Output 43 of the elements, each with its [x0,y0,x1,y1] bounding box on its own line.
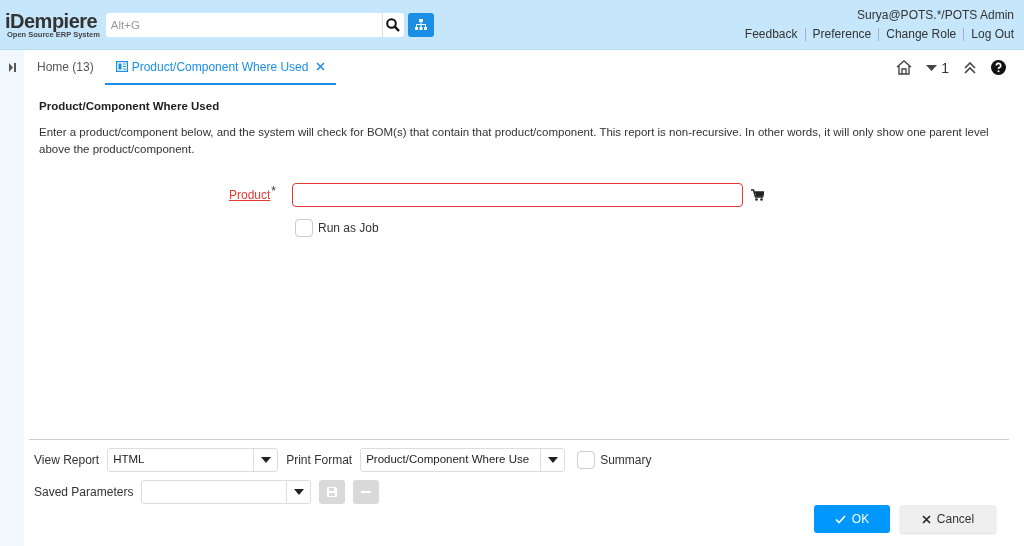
minus-icon [361,491,372,493]
expand-panel-icon[interactable] [8,63,16,72]
checkbox-label: Run as Job [318,221,379,235]
header-link[interactable]: Preference [804,28,879,41]
report-description: Enter a product/component below, and the system will check for BOM(s) that contain that product/component. This report is non-recursive. In other words, it will only show one parent level above the product/component. [39,125,990,157]
required-mark: * [271,184,276,198]
close-icon [921,514,931,524]
window-switcher[interactable]: 1 [926,59,949,76]
checkbox[interactable] [295,219,313,237]
cancel-button[interactable]: Cancel [900,505,996,533]
checkbox-label: Summary [600,453,652,467]
tab[interactable]: Home (13) [26,50,105,85]
document-icon [115,61,128,72]
saved-parameters-label: Saved Parameters [34,485,134,499]
sitemap-icon [414,19,427,30]
caret-icon [293,489,304,495]
field-label[interactable]: Product [228,188,271,202]
check-icon [834,514,846,524]
caret-icon [260,457,271,463]
home-icon[interactable] [896,60,913,75]
view-report-label: View Report [34,453,100,467]
collapse-icon[interactable] [963,61,977,74]
header-link[interactable]: Feedback [737,28,805,41]
user-role: Surya@POTS.*/POTS Admin [857,8,1014,22]
tab[interactable]: Product/Component Where Used [104,50,337,85]
search-field[interactable]: Alt+G [105,12,382,37]
product-field[interactable] [292,183,743,207]
caret-icon [926,64,938,71]
print-format-dropdown[interactable]: Product/Component Where Use [360,448,566,472]
close-icon[interactable] [316,62,326,71]
caret-icon [547,457,558,463]
logo-text: iDempiere [5,10,99,31]
cart-icon[interactable] [751,189,764,201]
print-format-label: Print Format [286,453,353,467]
floppy-icon [327,487,338,497]
checkbox[interactable] [577,451,596,469]
search-icon [386,17,401,32]
report-title: Product/Component Where Used [39,100,221,112]
search-button[interactable] [381,12,404,37]
header-link[interactable]: Change Role [878,28,964,41]
header-link[interactable]: Log Out [963,28,1014,41]
view-report-dropdown[interactable]: HTML [107,448,279,472]
help-icon[interactable] [991,60,1006,75]
